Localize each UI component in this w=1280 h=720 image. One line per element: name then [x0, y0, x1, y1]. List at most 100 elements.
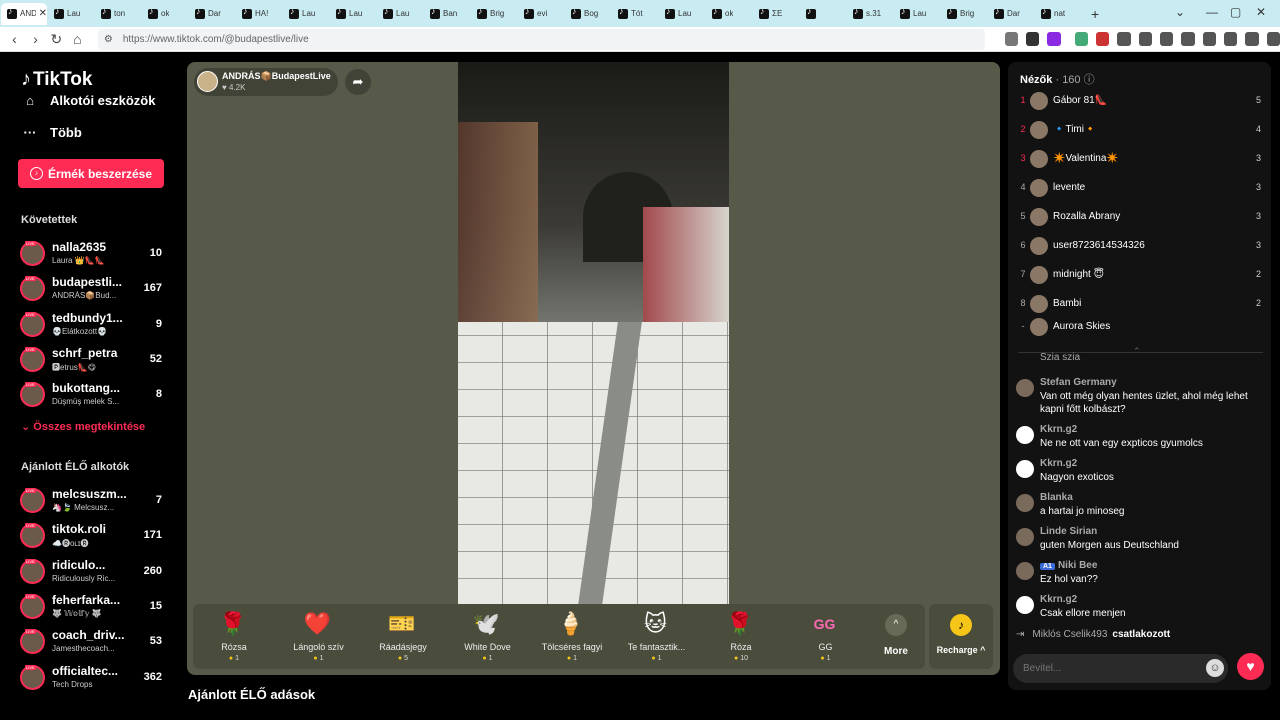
sidebar-creator-item[interactable]: LIVE coach_driv... Jamesthecoach... 53	[20, 627, 165, 657]
viewer-avatar[interactable]	[1030, 121, 1048, 139]
sidebar-icon[interactable]	[1181, 32, 1195, 46]
live-video[interactable]	[458, 62, 729, 605]
sidebar-creator-item[interactable]: LIVE officialtec... Tech Drops 362	[20, 663, 165, 693]
browser-tab[interactable]: Ban	[424, 3, 470, 25]
sidebar-creator-item[interactable]: LIVE feherfarka... 🐺 𝕎𝕠𝕝𝕗𝕪 🐺 15	[20, 592, 165, 622]
avatar[interactable]: LIVE	[20, 558, 45, 584]
zoom-icon[interactable]	[1004, 32, 1018, 46]
forward-icon[interactable]: ›	[25, 31, 46, 47]
browser-tab[interactable]	[800, 3, 846, 25]
chat-avatar[interactable]	[1016, 562, 1034, 580]
browser-tab[interactable]: Brig	[471, 3, 517, 25]
sidebar-creator-item[interactable]: LIVE bukottang... Düşmüş melek S... 8	[20, 380, 165, 410]
recharge-button[interactable]: ♪ Recharge ^	[929, 604, 993, 669]
gift-item[interactable]: GG GG 1	[785, 604, 867, 669]
browser-tab[interactable]: Lau	[377, 3, 423, 25]
avatar[interactable]: LIVE	[20, 664, 45, 690]
share-icon[interactable]: ➦	[345, 69, 371, 95]
browser-tab[interactable]: Dar	[988, 3, 1034, 25]
gift-item[interactable]: 🌹 Rózsa 1	[193, 604, 275, 669]
gift-item[interactable]: 🌹 Róza 10	[700, 604, 782, 669]
viewer-avatar[interactable]	[1030, 92, 1048, 110]
chat-username[interactable]: Linde Sirian	[1040, 526, 1097, 537]
chat-username[interactable]: Stefan Germany	[1040, 377, 1117, 388]
browser-tab[interactable]: Dar	[189, 3, 235, 25]
chat-avatar[interactable]	[1016, 596, 1034, 614]
browser-tab[interactable]: Bog	[565, 3, 611, 25]
avatar[interactable]: LIVE	[20, 488, 45, 513]
gift-item[interactable]: 🎫 Ráadásjegy 5	[362, 604, 444, 669]
new-tab-icon[interactable]: +	[1091, 6, 1099, 22]
extension-icon[interactable]	[1047, 32, 1061, 46]
viewer-row[interactable]: 6 user8723614534326 3	[1008, 232, 1271, 261]
vpn-icon[interactable]	[1245, 32, 1259, 46]
browser-tab[interactable]: nat	[1035, 3, 1081, 25]
host-avatar[interactable]	[197, 71, 218, 92]
music-icon[interactable]	[1159, 32, 1174, 46]
menu-icon[interactable]	[1266, 32, 1280, 46]
viewer-row[interactable]: 3 ✴️Valentina✴️ 3	[1008, 145, 1271, 174]
browser-tab[interactable]: ok	[142, 3, 188, 25]
chat-input[interactable]	[1013, 654, 1228, 683]
browser-tab[interactable]: s.31	[847, 3, 893, 25]
chat-username[interactable]: A1 Niki Bee	[1040, 560, 1097, 571]
site-info-icon[interactable]: ⚙	[104, 34, 113, 45]
chat-avatar[interactable]	[1016, 426, 1034, 444]
avatar[interactable]: LIVE	[20, 276, 45, 302]
chat-username[interactable]: Kkrn.g2	[1040, 594, 1077, 605]
avatar[interactable]: LIVE	[20, 629, 45, 655]
minimize-icon[interactable]: —	[1206, 5, 1218, 19]
back-icon[interactable]: ‹	[4, 31, 25, 47]
viewers-header[interactable]: Nézők · 160 ⓘ	[1020, 71, 1095, 87]
like-icon[interactable]: ♥	[1237, 653, 1264, 680]
see-all-link[interactable]: ⌄ Összes megtekintése	[21, 420, 145, 433]
tiktok-logo[interactable]: ♪ TikTok	[21, 68, 92, 91]
download-icon[interactable]	[1223, 32, 1238, 46]
emoji-icon[interactable]: ☺	[1206, 659, 1224, 677]
browser-tab[interactable]: ΣE	[753, 3, 799, 25]
avatar[interactable]: LIVE	[20, 311, 45, 337]
chat-username[interactable]: Kkrn.g2	[1040, 424, 1077, 435]
avatar[interactable]: LIVE	[20, 241, 45, 266]
sidebar-creator-item[interactable]: LIVE budapestli... ANDRÁS📦Bud... 167	[20, 274, 165, 304]
viewer-avatar[interactable]	[1030, 266, 1048, 284]
gift-item[interactable]: 🍦 Tölcséres fagyi 1	[531, 604, 613, 669]
close-tab-icon[interactable]: ✕	[39, 8, 47, 19]
sidebar-creator-item[interactable]: LIVE schrf_petra 🅿etrus👠😋 52	[20, 345, 165, 375]
avatar[interactable]: LIVE	[20, 593, 45, 619]
viewer-avatar[interactable]	[1030, 317, 1048, 336]
sidebar-creator-item[interactable]: LIVE ridiculo... Ridiculously Ric... 260	[20, 557, 165, 587]
sidebar-creator-item[interactable]: LIVE tiktok.roli ☁️🅡ᴏʟɪ🅡 171	[20, 521, 165, 551]
viewer-row[interactable]: 7 midnight 😇 2	[1008, 261, 1271, 290]
extension-icon[interactable]	[1074, 32, 1088, 46]
viewer-row[interactable]: - Aurora Skies	[1008, 313, 1271, 342]
url-field[interactable]: ⚙ https://www.tiktok.com/@budapestlive/l…	[97, 28, 985, 50]
wallet-icon[interactable]	[1202, 32, 1216, 46]
avatar[interactable]: LIVE	[20, 382, 45, 408]
browser-tab[interactable]: Lau	[659, 3, 705, 25]
gift-item[interactable]: 🐱 Te fantasztik... 1	[616, 604, 698, 669]
creator-tools-link[interactable]: ⌂ Alkotói eszközök	[21, 93, 155, 108]
browser-tab[interactable]: ok	[706, 3, 752, 25]
chat-avatar[interactable]	[1016, 379, 1034, 397]
chat-avatar[interactable]	[1016, 460, 1034, 478]
browser-tab[interactable]: Brig	[941, 3, 987, 25]
viewer-row[interactable]: 2 🔹Timi🔸 4	[1008, 116, 1271, 145]
sidebar-creator-item[interactable]: LIVE nalla2635 Laura 👑👠👠 10	[20, 239, 165, 269]
browser-tab[interactable]: HA!	[236, 3, 282, 25]
sidebar-creator-item[interactable]: LIVE melcsuszm... 🦄🍃 Melcsusz... 7	[20, 486, 165, 516]
reload-icon[interactable]: ↻	[46, 31, 67, 48]
avatar[interactable]: LIVE	[20, 346, 45, 372]
chat-avatar[interactable]	[1016, 494, 1034, 512]
host-info[interactable]: ANDRÁS📦BudapestLive ♥ 4.2K	[194, 68, 338, 96]
avatar[interactable]: LIVE	[20, 523, 45, 549]
more-gifts-button[interactable]: ^ More	[876, 614, 916, 657]
browser-tab[interactable]: Lau	[894, 3, 940, 25]
viewer-avatar[interactable]	[1030, 150, 1048, 168]
browser-tab[interactable]: Lau	[283, 3, 329, 25]
live-player[interactable]: ANDRÁS📦BudapestLive ♥ 4.2K ➦ 🌹 Rózsa 1 ❤️ Lá…	[187, 62, 1000, 675]
home-icon[interactable]: ⌂	[67, 31, 88, 47]
viewer-avatar[interactable]	[1030, 237, 1048, 255]
buy-coins-button[interactable]: ♪ Érmék beszerzése	[18, 159, 164, 188]
gift-item[interactable]: ❤️ Lángoló szív 1	[278, 604, 360, 669]
